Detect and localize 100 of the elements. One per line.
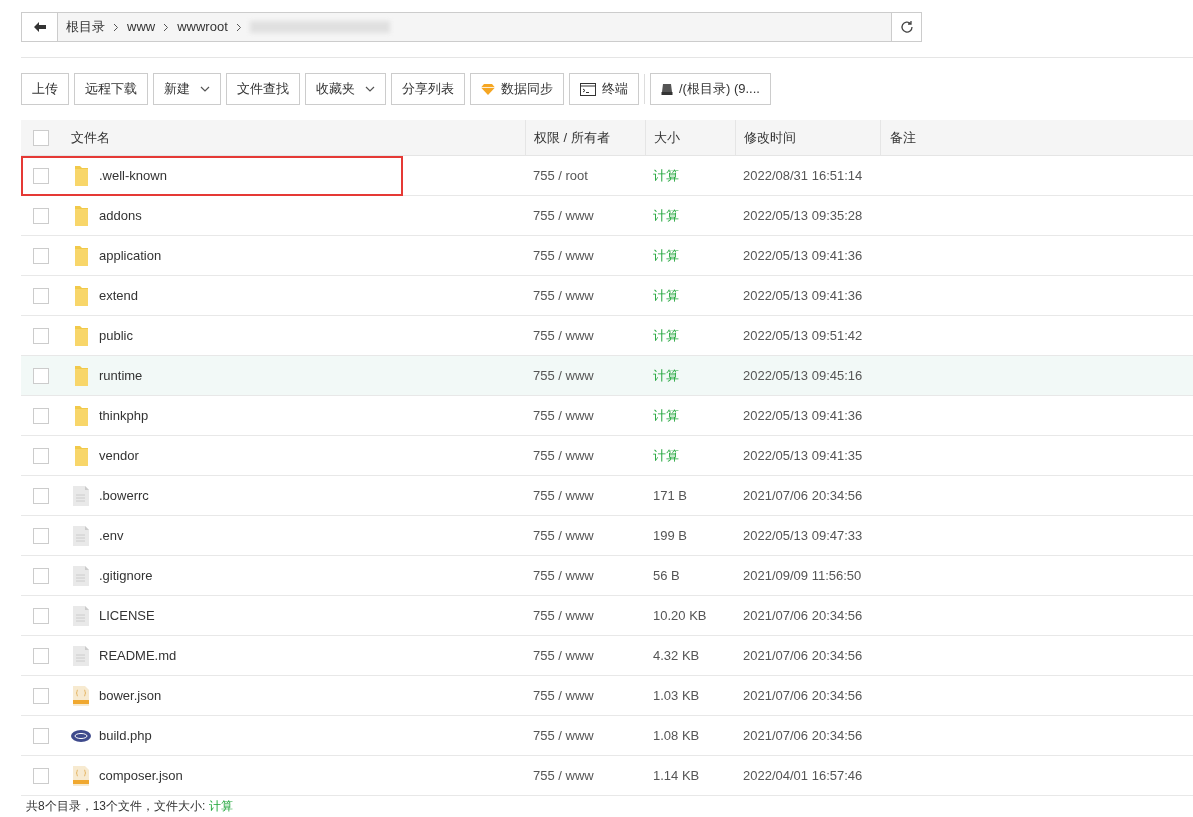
folder-icon [72,324,90,347]
document-icon [73,525,89,546]
toolbar-button[interactable]: 上传 [21,73,69,105]
modified-time: 2022/05/13 09:41:35 [743,447,863,463]
toolbar-button[interactable]: 远程下载 [74,73,148,105]
document-icon [73,605,89,626]
file-name[interactable]: .env [99,525,124,546]
file-name[interactable]: application [99,245,162,266]
row-checkbox[interactable] [32,487,49,504]
back-button[interactable] [22,13,58,41]
toolbar-button[interactable]: 终端 [569,73,639,105]
file-name[interactable]: README.md [99,645,177,666]
row-checkbox[interactable] [32,687,49,704]
toolbar-button[interactable]: 新建 [153,73,221,105]
file-name[interactable]: LICENSE [99,605,155,626]
toolbar-button[interactable]: 文件查找 [226,73,300,105]
refresh-icon [899,20,914,34]
permission-cell: 755 / www [533,207,594,223]
toolbar-button[interactable]: 数据同步 [470,73,564,105]
folder-icon [72,404,90,427]
toolbar-button[interactable]: 收藏夹 [305,73,386,105]
folder-icon [72,204,90,227]
row-checkbox[interactable] [32,527,49,544]
file-name[interactable]: composer.json [99,765,183,786]
select-all-checkbox[interactable] [32,129,49,146]
permission-cell: 755 / www [533,727,594,743]
file-name[interactable]: thinkphp [99,405,149,426]
folder-icon [72,444,90,467]
modified-time: 2022/08/31 16:51:14 [743,167,863,183]
file-name[interactable]: vendor [99,445,139,466]
permission-cell: 755 / www [533,247,594,263]
permission-cell: 755 / root [533,167,588,183]
modified-time: 2022/05/13 09:41:36 [743,407,863,423]
toolbar-button[interactable]: 分享列表 [391,73,465,105]
modified-time: 2021/07/06 20:34:56 [743,607,863,623]
row-checkbox[interactable] [32,287,49,304]
chevron-right-icon [235,22,242,32]
toolbar-button[interactable]: /(根目录) (9.... [650,73,771,105]
folder-icon [72,364,90,387]
permission-cell: 755 / www [533,327,594,343]
permission-cell: 755 / www [533,527,594,543]
file-name[interactable]: .gitignore [99,565,153,586]
permission-cell: 755 / www [533,367,594,383]
row-checkbox[interactable] [32,247,49,264]
refresh-button[interactable] [891,13,921,41]
row-checkbox[interactable] [32,207,49,224]
modified-time: 2021/09/09 11:56:50 [743,567,862,583]
modified-time: 2022/05/13 09:47:33 [743,527,863,543]
column-header[interactable]: 备注 [890,127,916,148]
file-name[interactable]: build.php [99,725,152,746]
column-header[interactable]: 文件名 [71,129,110,145]
file-name[interactable]: public [99,325,133,346]
row-checkbox[interactable] [32,407,49,424]
row-checkbox[interactable] [32,367,49,384]
terminal-icon [580,82,596,96]
footer-summary: 共8个目录，13个文件，文件大小: [26,799,207,813]
column-header[interactable]: 权限 / 所有者 [534,127,610,148]
row-checkbox[interactable] [32,727,49,744]
file-row[interactable]: runtime 755 / www 计算 2022/05/13 09:45:16 [21,356,1193,396]
gem-icon [481,83,495,95]
chevron-icon [200,84,210,94]
breadcrumb-item[interactable]: www [127,17,156,37]
breadcrumb-item[interactable]: 根目录 [66,17,105,37]
size-cell: 1.14 KB [653,767,700,783]
row-checkbox[interactable] [32,767,49,784]
permission-cell: 755 / www [533,647,594,663]
permission-cell: 755 / www [533,687,594,703]
file-name[interactable]: extend [99,285,139,306]
modified-time: 2021/07/06 20:34:56 [743,647,863,663]
file-name[interactable]: bower.json [99,685,162,706]
permission-cell: 755 / www [533,287,594,303]
chevron-right-icon [113,22,119,32]
folder-icon [72,164,90,187]
breadcrumb-item[interactable]: wwwroot [177,17,228,37]
row-checkbox[interactable] [32,167,49,184]
file-name[interactable]: .bowerrc [99,485,149,506]
row-checkbox[interactable] [32,647,49,664]
size-cell: 56 B [653,567,680,583]
modified-time: 2022/05/13 09:45:16 [743,367,863,383]
size-cell: 1.03 KB [653,687,700,703]
back-arrow-icon [33,22,46,32]
file-name[interactable]: addons [99,205,142,226]
column-header[interactable]: 修改时间 [744,127,796,148]
json-file-icon [73,685,89,706]
row-checkbox[interactable] [32,607,49,624]
permission-cell: 755 / www [533,607,594,623]
permission-cell: 755 / www [533,567,594,583]
chevron-icon [365,84,375,94]
modified-time: 2022/05/13 09:41:36 [743,247,863,263]
permission-cell: 755 / www [533,487,594,503]
row-checkbox[interactable] [32,447,49,464]
size-cell: 4.32 KB [653,647,700,663]
row-checkbox[interactable] [32,327,49,344]
row-checkbox[interactable] [32,567,49,584]
file-name[interactable]: runtime [99,365,143,386]
document-icon [73,645,89,666]
document-icon [73,565,89,586]
column-header[interactable]: 大小 [654,127,680,148]
file-row[interactable]: .well-known 755 / root 计算 2022/08/31 16:51:14 [21,156,1193,196]
file-name[interactable]: .well-known [99,165,167,186]
